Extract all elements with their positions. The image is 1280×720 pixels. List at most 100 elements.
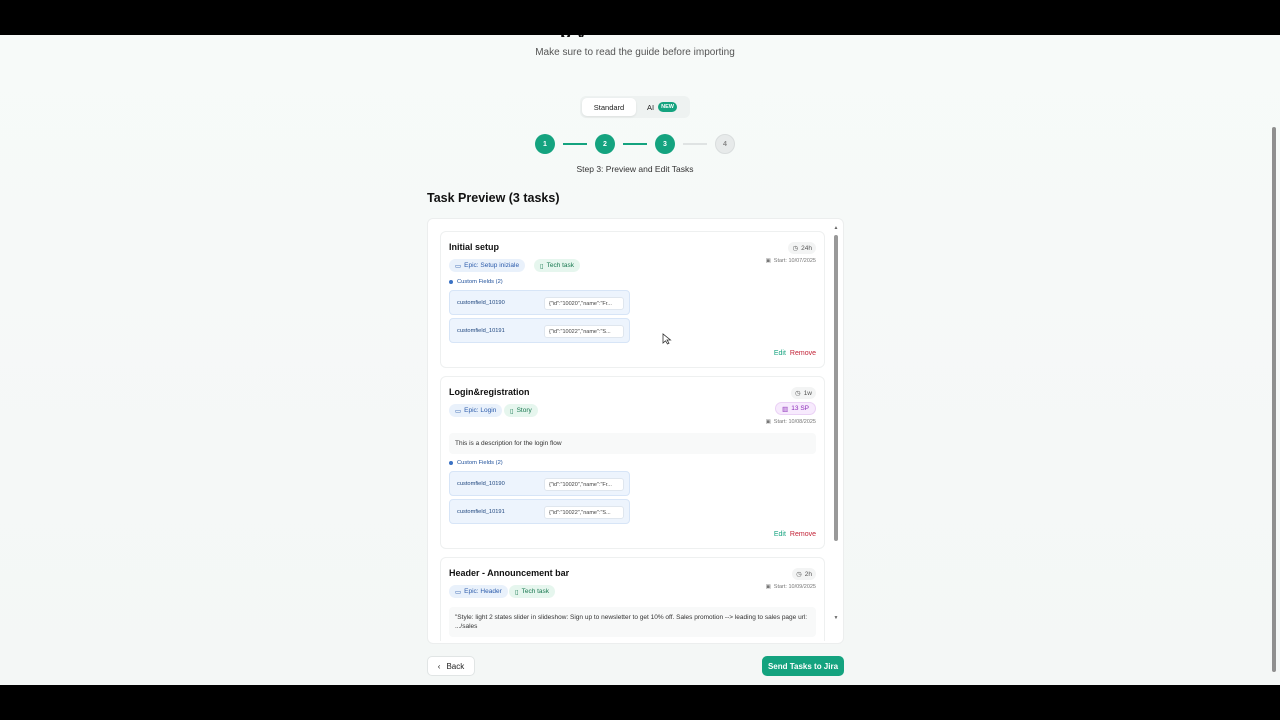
start-date-label: Start: 10/08/2025	[773, 419, 816, 425]
custom-field-value[interactable]: {"id":"10022","name":"S...	[544, 506, 624, 519]
task-description: "Style: light 2 states slider in slidesh…	[449, 607, 816, 637]
issue-type-label: Tech task	[521, 588, 550, 595]
back-button[interactable]: ‹ Back	[427, 656, 475, 676]
custom-fields-label: Custom Fields (2)	[449, 460, 503, 466]
custom-field-row: customfield_10191 {"id":"10022","name":"…	[449, 318, 630, 343]
start-date-label: Start: 10/07/2025	[773, 258, 816, 264]
task-preview-panel: Initial setup ◷ 24h ▣ Start: 10/07/2025 ▭ E…	[427, 218, 844, 644]
issue-type-label: Tech task	[546, 262, 575, 269]
task-list: Initial setup ◷ 24h ▣ Start: 10/07/2025 ▭ E…	[440, 231, 825, 641]
custom-fields-dot-icon	[449, 280, 453, 284]
story-points-chip: ▥ 13 SP	[775, 402, 816, 415]
page-viewport: p y Make sure to read the guide before i…	[0, 35, 1280, 685]
custom-field-row: customfield_10190 {"id":"10020","name":"…	[449, 290, 630, 315]
standard-mode-button[interactable]: Standard	[582, 98, 636, 116]
step-3-current: 3	[655, 134, 675, 154]
custom-field-key: customfield_10190	[457, 481, 505, 487]
issue-type-chip: ▯ Tech task	[509, 585, 556, 598]
remove-task-button[interactable]: Remove	[790, 350, 816, 357]
ai-mode-button[interactable]: AI NEW	[636, 98, 688, 116]
calendar-icon: ▣	[765, 584, 771, 590]
epic-chip: ▭ Epic: Setup iniziale	[449, 259, 526, 272]
edit-task-button[interactable]: Edit	[774, 531, 786, 538]
start-date: ▣ Start: 10/08/2025	[766, 419, 816, 425]
custom-field-value[interactable]: {"id":"10020","name":"Fr...	[544, 478, 624, 491]
task-actions: Edit Remove	[774, 350, 816, 357]
page-title-fragment: p y	[560, 35, 720, 37]
task-type-icon: ▯	[515, 588, 519, 596]
page-scroll-thumb[interactable]	[1272, 127, 1276, 672]
send-tasks-to-jira-button[interactable]: Send Tasks to Jira	[762, 656, 844, 676]
task-title: Login&registration	[449, 387, 530, 397]
epic-label: Epic: Login	[464, 407, 497, 414]
custom-fields-dot-icon	[449, 461, 453, 465]
task-title: Initial setup	[449, 242, 500, 252]
story-points-value: 13 SP	[791, 405, 809, 412]
scroll-up-arrow-icon[interactable]: ▲	[833, 225, 839, 231]
folder-icon: ▭	[455, 407, 462, 415]
task-card-header-announcement-bar: Header - Announcement bar ◷ 2h ▣ Start: 10…	[440, 557, 825, 641]
task-list-scroll-thumb[interactable]	[834, 235, 838, 541]
task-card-initial-setup: Initial setup ◷ 24h ▣ Start: 10/07/2025 ▭ E…	[440, 231, 825, 368]
time-value: 2h	[804, 570, 812, 578]
mouse-pointer-icon	[662, 333, 672, 345]
epic-chip: ▭ Epic: Login	[449, 404, 503, 417]
import-stepper: 1 2 3 4	[535, 134, 735, 154]
task-type-icon: ▯	[540, 262, 544, 270]
step-connector-1	[563, 143, 587, 145]
task-actions: Edit Remove	[774, 531, 816, 538]
task-title: Header - Announcement bar	[449, 568, 570, 578]
clock-icon: ◷	[796, 571, 802, 578]
chevron-left-icon: ‹	[437, 661, 441, 671]
time-estimate: ◷ 1w	[791, 387, 816, 399]
issue-type-chip: ▯ Tech task	[534, 259, 581, 272]
custom-fields-label-text: Custom Fields (2)	[457, 279, 503, 285]
step-caption: Step 3: Preview and Edit Tasks	[576, 164, 694, 174]
custom-field-row: customfield_10190 {"id":"10020","name":"…	[449, 471, 630, 496]
back-button-label: Back	[446, 661, 465, 671]
custom-field-key: customfield_10190	[457, 300, 505, 306]
step-connector-2	[623, 143, 647, 145]
step-1: 1	[535, 134, 555, 154]
remove-task-button[interactable]: Remove	[790, 531, 816, 538]
issue-type-chip: ▯ Story	[504, 404, 538, 417]
points-icon: ▥	[782, 405, 789, 413]
time-value: 24h	[801, 244, 812, 252]
epic-label: Epic: Header	[464, 588, 502, 595]
calendar-icon: ▣	[765, 258, 771, 264]
step-2: 2	[595, 134, 615, 154]
custom-fields-label: Custom Fields (2)	[449, 279, 503, 285]
custom-field-value[interactable]: {"id":"10020","name":"Fr...	[544, 297, 624, 310]
start-date: ▣ Start: 10/09/2025	[766, 584, 816, 590]
task-description: This is a description for the login flow	[449, 433, 816, 454]
step-4: 4	[715, 134, 735, 154]
time-estimate: ◷ 24h	[788, 242, 816, 254]
custom-field-row: customfield_10191 {"id":"10022","name":"…	[449, 499, 630, 524]
epic-chip: ▭ Epic: Header	[449, 585, 508, 598]
task-card-login-registration: Login&registration ◷ 1w ▥ 13 SP ▣ Start: 10…	[440, 376, 825, 549]
edit-task-button[interactable]: Edit	[774, 350, 786, 357]
epic-label: Epic: Setup iniziale	[464, 262, 520, 269]
custom-field-key: customfield_10191	[457, 509, 505, 515]
start-date: ▣ Start: 10/07/2025	[766, 258, 816, 264]
ai-mode-label: AI	[647, 102, 655, 112]
clock-icon: ◷	[795, 390, 801, 397]
time-value: 1w	[803, 389, 812, 397]
scroll-down-arrow-icon[interactable]: ▼	[833, 615, 839, 621]
issue-type-label: Story	[516, 407, 532, 414]
start-date-label: Start: 10/09/2025	[773, 584, 816, 590]
mode-toggle: Standard AI NEW	[580, 96, 690, 118]
custom-field-key: customfield_10191	[457, 328, 505, 334]
folder-icon: ▭	[455, 262, 462, 270]
task-list-scrollbar[interactable]: ▲ ▼	[833, 225, 839, 621]
clock-icon: ◷	[792, 245, 799, 252]
custom-field-value[interactable]: {"id":"10022","name":"S...	[544, 325, 624, 338]
page-subtitle: Make sure to read the guide before impor…	[535, 47, 735, 58]
calendar-icon: ▣	[765, 419, 771, 425]
page-scrollbar[interactable]	[1271, 35, 1277, 685]
step-connector-3	[683, 143, 707, 145]
folder-icon: ▭	[455, 588, 462, 596]
time-estimate: ◷ 2h	[792, 568, 816, 580]
task-preview-title: Task Preview (3 tasks)	[427, 191, 560, 205]
new-badge: NEW	[658, 102, 677, 112]
